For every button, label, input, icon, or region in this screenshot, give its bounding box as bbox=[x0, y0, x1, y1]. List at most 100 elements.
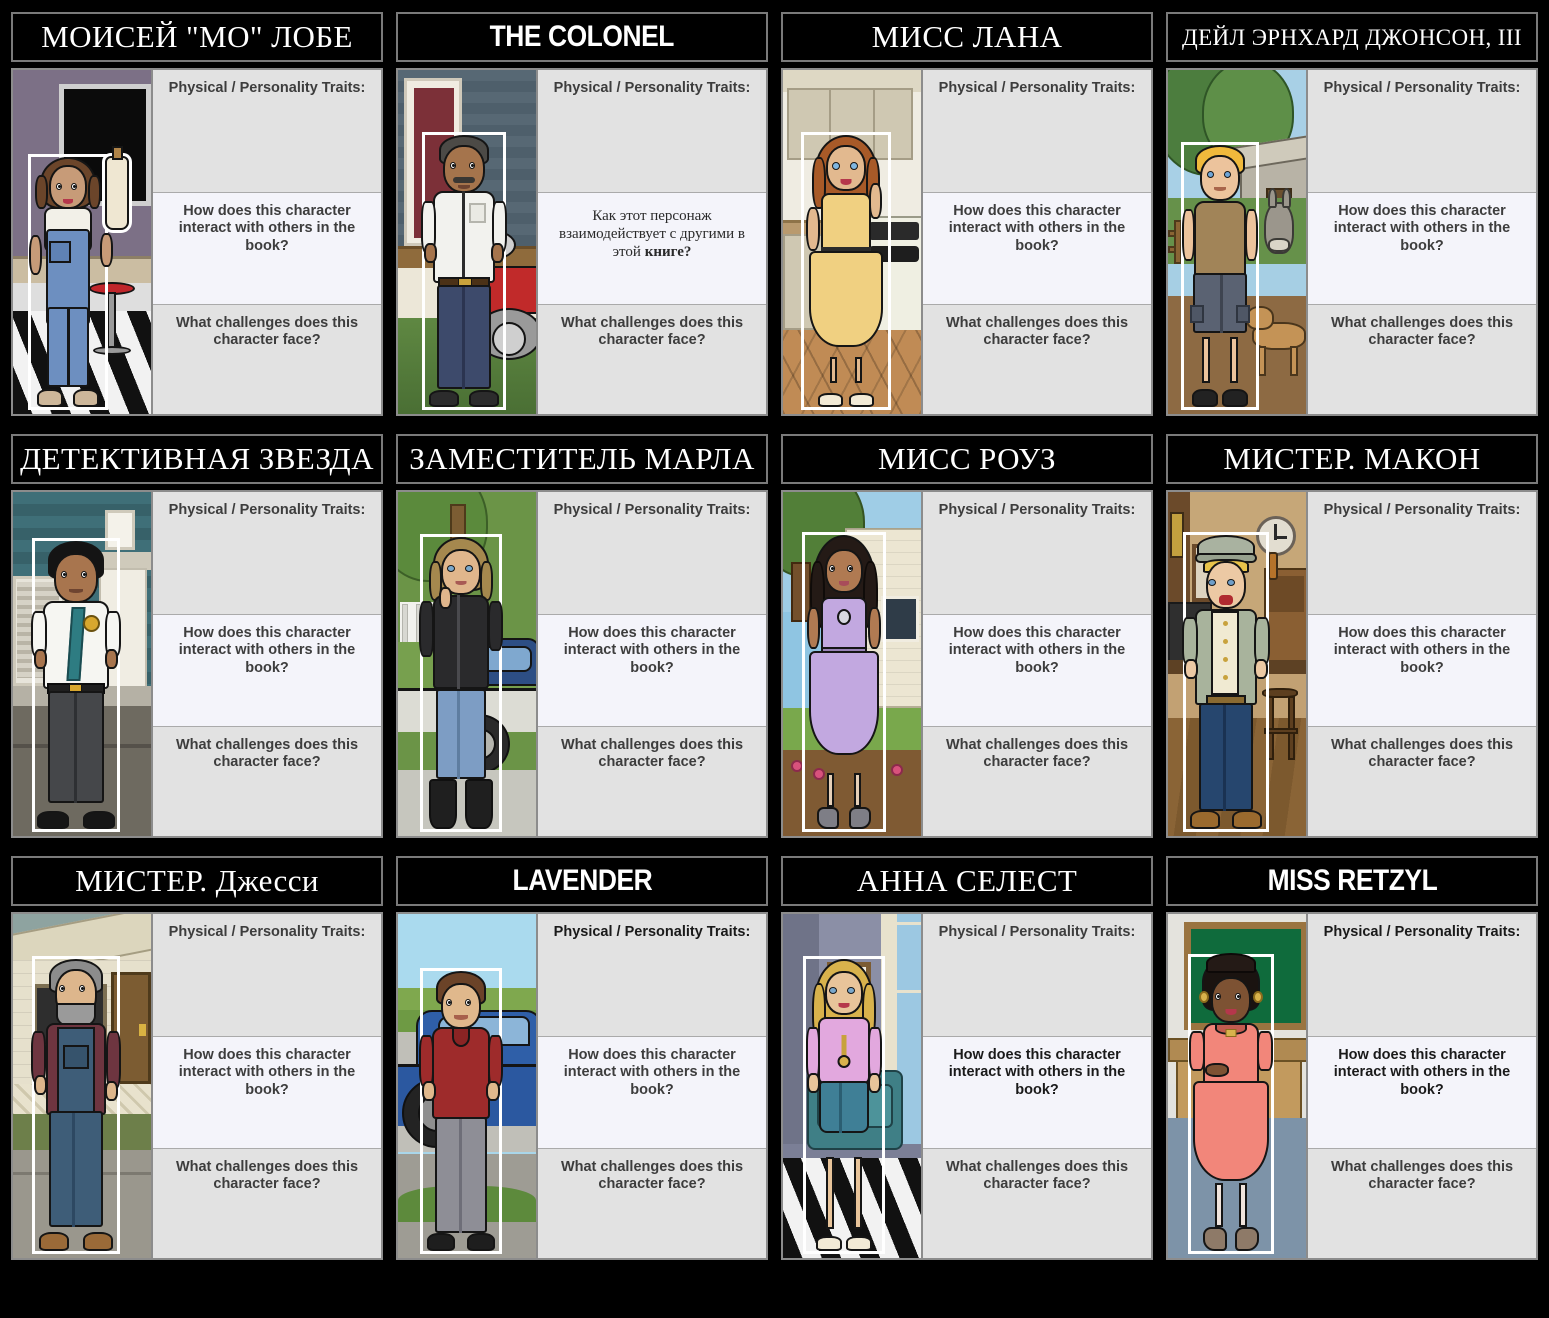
question-challenges[interactable]: What challenges does this character face… bbox=[153, 305, 381, 414]
question-blocks: Physical / Personality Traits: How does … bbox=[153, 914, 381, 1258]
question-blocks: Physical / Personality Traits: How does … bbox=[923, 914, 1151, 1258]
character-scene-kitchen bbox=[783, 70, 923, 414]
cell-title: МИСТЕР. Джесси bbox=[75, 862, 319, 898]
storyboard-cell[interactable]: МИСТЕР. Джесси Physical / Personality Tr… bbox=[11, 856, 383, 1264]
question-challenges[interactable]: What challenges does this character face… bbox=[538, 727, 766, 836]
question-challenges[interactable]: What challenges does this character face… bbox=[153, 1149, 381, 1258]
cell-title: THE COLONEL bbox=[489, 20, 675, 54]
question-traits[interactable]: Physical / Personality Traits: bbox=[538, 70, 766, 192]
question-traits[interactable]: Physical / Personality Traits: bbox=[153, 70, 381, 192]
question-challenges[interactable]: What challenges does this character face… bbox=[923, 727, 1151, 836]
storyboard-row: МИСТЕР. Джесси Physical / Personality Tr… bbox=[11, 856, 1538, 1264]
storyboard-grid: МОИСЕЙ "МО" ЛОБЕ Physical / Personality … bbox=[0, 0, 1549, 1318]
cell-panel: Physical / Personality Traits: How does … bbox=[1166, 490, 1538, 838]
cell-title: МИСС ЛАНА bbox=[871, 18, 1063, 54]
question-challenges[interactable]: What challenges does this character face… bbox=[538, 305, 766, 414]
character-figure bbox=[804, 135, 888, 408]
storyboard-cell[interactable]: MISS RETZYL Physical / Personality Trait… bbox=[1166, 856, 1538, 1264]
question-blocks: Physical / Personality Traits: Как этот … bbox=[538, 70, 766, 414]
storyboard-row: МОИСЕЙ "МО" ЛОБЕ Physical / Personality … bbox=[11, 12, 1538, 420]
question-interaction[interactable]: How does this character interact with ot… bbox=[1308, 614, 1536, 727]
question-blocks: Physical / Personality Traits: How does … bbox=[923, 70, 1151, 414]
question-traits[interactable]: Physical / Personality Traits: bbox=[153, 914, 381, 1036]
storyboard-cell[interactable]: МОИСЕЙ "МО" ЛОБЕ Physical / Personality … bbox=[11, 12, 383, 420]
cell-panel: Physical / Personality Traits: How does … bbox=[396, 490, 768, 838]
cell-title: MISS RETZYL bbox=[1267, 864, 1437, 898]
question-traits[interactable]: Physical / Personality Traits: bbox=[153, 492, 381, 614]
character-scene-diner-interior bbox=[13, 70, 153, 414]
character-figure bbox=[1189, 953, 1274, 1252]
question-blocks: Physical / Personality Traits: How does … bbox=[1308, 914, 1536, 1258]
question-challenges[interactable]: What challenges does this character face… bbox=[923, 305, 1151, 414]
storyboard-cell[interactable]: МИСС РОУЗ Physical / Personality Traits:… bbox=[781, 434, 1153, 842]
character-scene-old-house bbox=[13, 914, 153, 1258]
cell-title: ДЕЙЛ ЭРНХАРД ДЖОНСОН, III bbox=[1182, 24, 1522, 50]
character-figure bbox=[805, 535, 883, 830]
cell-title-bar: МИСТЕР. МАКОН bbox=[1166, 434, 1538, 484]
question-traits[interactable]: Physical / Personality Traits: bbox=[923, 492, 1151, 614]
cell-title-bar: МОИСЕЙ "МО" ЛОБЕ bbox=[11, 12, 383, 62]
cell-title: LAVENDER bbox=[512, 864, 652, 898]
cell-title-bar: АННА СЕЛЕСТ bbox=[781, 856, 1153, 906]
question-interaction[interactable]: How does this character interact with ot… bbox=[1308, 192, 1536, 305]
cell-title-bar: МИСС ЛАНА bbox=[781, 12, 1153, 62]
storyboard-cell[interactable]: ЗАМЕСТИТЕЛЬ МАРЛА Physical / Personality… bbox=[396, 434, 768, 842]
storyboard-cell[interactable]: THE COLONEL Physical / Personality Trait… bbox=[396, 12, 768, 420]
question-challenges[interactable]: What challenges does this character face… bbox=[153, 727, 381, 836]
question-traits[interactable]: Physical / Personality Traits: bbox=[1308, 70, 1536, 192]
question-interaction[interactable]: How does this character interact with ot… bbox=[538, 614, 766, 727]
question-traits[interactable]: Physical / Personality Traits: bbox=[1308, 492, 1536, 614]
question-interaction[interactable]: How does this character interact with ot… bbox=[923, 614, 1151, 727]
storyboard-cell[interactable]: LAVENDER Physical / Personality Traits: … bbox=[396, 856, 768, 1264]
cell-title-bar: MISS RETZYL bbox=[1166, 856, 1538, 906]
storyboard-cell[interactable]: АННА СЕЛЕСТ Physical / Personality Trait… bbox=[781, 856, 1153, 1264]
cell-title-bar: МИСТЕР. Джесси bbox=[11, 856, 383, 906]
cell-title: АННА СЕЛЕСТ bbox=[856, 862, 1078, 898]
storyboard-cell[interactable]: ДЕЙЛ ЭРНХАРД ДЖОНСОН, III Physical / Per… bbox=[1166, 12, 1538, 420]
cell-title-bar: LAVENDER bbox=[396, 856, 768, 906]
question-traits[interactable]: Physical / Personality Traits: bbox=[538, 914, 766, 1036]
character-figure bbox=[1182, 145, 1259, 408]
question-interaction[interactable]: How does this character interact with ot… bbox=[923, 1036, 1151, 1149]
cell-title-bar: ДЕТЕКТИВНАЯ ЗВЕЗДА bbox=[11, 434, 383, 484]
character-scene-patrol-car bbox=[398, 492, 538, 836]
character-scene-race-car bbox=[398, 914, 538, 1258]
question-interaction[interactable]: How does this character interact with ot… bbox=[1308, 1036, 1536, 1149]
question-traits[interactable]: Physical / Personality Traits: bbox=[923, 70, 1151, 192]
cell-panel: Physical / Personality Traits: Как этот … bbox=[396, 68, 768, 416]
question-interaction[interactable]: How does this character interact with ot… bbox=[538, 1036, 766, 1149]
character-scene-police-porch bbox=[13, 492, 153, 836]
question-interaction[interactable]: How does this character interact with ot… bbox=[153, 1036, 381, 1149]
question-interaction[interactable]: How does this character interact with ot… bbox=[153, 614, 381, 727]
storyboard-cell[interactable]: МИСС ЛАНА Physical / Personality Traits:… bbox=[781, 12, 1153, 420]
cell-title: МОИСЕЙ "МО" ЛОБЕ bbox=[41, 18, 353, 54]
cell-title-bar: МИСС РОУЗ bbox=[781, 434, 1153, 484]
question-traits[interactable]: Physical / Personality Traits: bbox=[1308, 914, 1536, 1036]
question-blocks: Physical / Personality Traits: How does … bbox=[538, 492, 766, 836]
question-traits[interactable]: Physical / Personality Traits: bbox=[538, 492, 766, 614]
storyboard-cell[interactable]: МИСТЕР. МАКОН Physical / Personality Tra… bbox=[1166, 434, 1538, 842]
question-interaction[interactable]: Как этот персонаж взаимодействует с друг… bbox=[538, 192, 766, 305]
question-challenges[interactable]: What challenges does this character face… bbox=[923, 1149, 1151, 1258]
storyboard-cell[interactable]: ДЕТЕКТИВНАЯ ЗВЕЗДА Physical / Personalit… bbox=[11, 434, 383, 842]
question-challenges[interactable]: What challenges does this character face… bbox=[538, 1149, 766, 1258]
character-scene-porch-car bbox=[398, 70, 538, 414]
storyboard-row: ДЕТЕКТИВНАЯ ЗВЕЗДА Physical / Personalit… bbox=[11, 434, 1538, 842]
question-traits[interactable]: Physical / Personality Traits: bbox=[923, 914, 1151, 1036]
question-challenges[interactable]: What challenges does this character face… bbox=[1308, 305, 1536, 414]
cell-title-bar: ЗАМЕСТИТЕЛЬ МАРЛА bbox=[396, 434, 768, 484]
character-figure bbox=[419, 971, 504, 1252]
cell-panel: Physical / Personality Traits: How does … bbox=[396, 912, 768, 1260]
question-challenges[interactable]: What challenges does this character face… bbox=[1308, 727, 1536, 836]
question-blocks: Physical / Personality Traits: How does … bbox=[1308, 492, 1536, 836]
question-interaction[interactable]: How does this character interact with ot… bbox=[923, 192, 1151, 305]
question-blocks: Physical / Personality Traits: How does … bbox=[1308, 70, 1536, 414]
cell-panel: Physical / Personality Traits: How does … bbox=[1166, 68, 1538, 416]
cell-panel: Physical / Personality Traits: How does … bbox=[781, 68, 1153, 416]
question-interaction-text-ru-bold: книге? bbox=[644, 244, 692, 260]
question-interaction[interactable]: How does this character interact with ot… bbox=[153, 192, 381, 305]
cell-title: ДЕТЕКТИВНАЯ ЗВЕЗДА bbox=[20, 440, 374, 476]
question-blocks: Physical / Personality Traits: How does … bbox=[923, 492, 1151, 836]
character-scene-classroom bbox=[1168, 914, 1308, 1258]
question-challenges[interactable]: What challenges does this character face… bbox=[1308, 1149, 1536, 1258]
